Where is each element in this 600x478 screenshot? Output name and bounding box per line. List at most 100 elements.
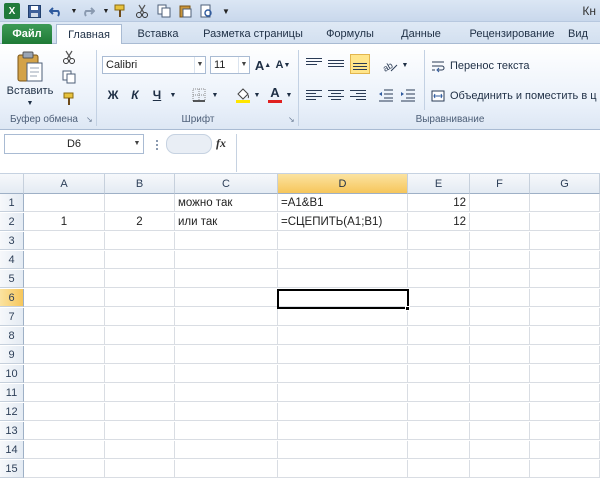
- cell-f9[interactable]: [470, 346, 530, 364]
- cell-b5[interactable]: [105, 270, 175, 288]
- paste-button[interactable]: Вставить: [4, 84, 56, 98]
- cell-g11[interactable]: [530, 384, 600, 402]
- cell-e10[interactable]: [408, 365, 470, 383]
- row-header-12[interactable]: 12: [0, 403, 24, 421]
- cell-c4[interactable]: [175, 251, 278, 269]
- cell-f3[interactable]: [470, 232, 530, 250]
- cell-c3[interactable]: [175, 232, 278, 250]
- cell-f11[interactable]: [470, 384, 530, 402]
- merge-center-button[interactable]: Объединить и поместить в ц: [450, 88, 600, 104]
- cell-g3[interactable]: [530, 232, 600, 250]
- tab-formulas[interactable]: Формулы: [316, 24, 384, 44]
- row-header-7[interactable]: 7: [0, 308, 24, 326]
- align-bottom-icon[interactable]: [350, 54, 370, 74]
- cut-icon[interactable]: [134, 3, 150, 19]
- fill-color-dropdown-icon[interactable]: ▼: [252, 88, 262, 102]
- cell-g1[interactable]: [530, 194, 600, 212]
- cell-g15[interactable]: [530, 460, 600, 478]
- cell-e2[interactable]: 12: [408, 213, 470, 231]
- cell-d14[interactable]: [278, 441, 408, 459]
- shrink-font-button[interactable]: A ▼: [274, 56, 292, 74]
- cell-c8[interactable]: [175, 327, 278, 345]
- chevron-down-icon[interactable]: ▼: [131, 135, 143, 153]
- row-header-10[interactable]: 10: [0, 365, 24, 383]
- cell-c15[interactable]: [175, 460, 278, 478]
- cell-b4[interactable]: [105, 251, 175, 269]
- row-header-14[interactable]: 14: [0, 441, 24, 459]
- row-header-11[interactable]: 11: [0, 384, 24, 402]
- cell-d13[interactable]: [278, 422, 408, 440]
- cell-e1[interactable]: 12: [408, 194, 470, 212]
- column-header-f[interactable]: F: [470, 174, 530, 194]
- cell-d2[interactable]: =СЦЕПИТЬ(A1;B1): [278, 213, 408, 231]
- formula-input[interactable]: [236, 134, 600, 172]
- name-box[interactable]: D6 ▼: [4, 134, 144, 154]
- italic-button[interactable]: К: [126, 86, 144, 104]
- column-header-a[interactable]: A: [24, 174, 105, 194]
- cell-e8[interactable]: [408, 327, 470, 345]
- bold-button[interactable]: Ж: [104, 86, 122, 104]
- font-name-combo[interactable]: Calibri ▼: [102, 56, 206, 74]
- cell-f14[interactable]: [470, 441, 530, 459]
- fill-color-icon[interactable]: [234, 86, 252, 104]
- cell-b14[interactable]: [105, 441, 175, 459]
- tab-file[interactable]: Файл: [2, 24, 52, 44]
- cell-g13[interactable]: [530, 422, 600, 440]
- tab-page-layout[interactable]: Разметка страницы: [194, 24, 312, 44]
- cell-e12[interactable]: [408, 403, 470, 421]
- column-header-d[interactable]: D: [278, 174, 408, 194]
- save-icon[interactable]: [26, 3, 42, 19]
- cell-a14[interactable]: [24, 441, 105, 459]
- column-header-b[interactable]: B: [105, 174, 175, 194]
- cell-d9[interactable]: [278, 346, 408, 364]
- cell-e13[interactable]: [408, 422, 470, 440]
- cell-e4[interactable]: [408, 251, 470, 269]
- cell-c5[interactable]: [175, 270, 278, 288]
- increase-indent-icon[interactable]: [398, 86, 418, 104]
- cell-c12[interactable]: [175, 403, 278, 421]
- cell-a7[interactable]: [24, 308, 105, 326]
- paste-icon[interactable]: [178, 3, 194, 19]
- align-right-icon[interactable]: [350, 88, 366, 104]
- cell-d10[interactable]: [278, 365, 408, 383]
- underline-dropdown-icon[interactable]: ▼: [168, 88, 178, 102]
- align-left-icon[interactable]: [306, 88, 322, 104]
- format-painter-icon[interactable]: [60, 90, 78, 108]
- cell-g14[interactable]: [530, 441, 600, 459]
- cell-e15[interactable]: [408, 460, 470, 478]
- cell-f15[interactable]: [470, 460, 530, 478]
- cut-icon[interactable]: [60, 48, 78, 66]
- decrease-indent-icon[interactable]: [376, 86, 396, 104]
- wrap-text-button[interactable]: Перенос текста: [450, 58, 540, 74]
- cell-c13[interactable]: [175, 422, 278, 440]
- cell-a12[interactable]: [24, 403, 105, 421]
- cell-a15[interactable]: [24, 460, 105, 478]
- cell-d12[interactable]: [278, 403, 408, 421]
- undo-icon[interactable]: [48, 3, 64, 19]
- row-header-6[interactable]: 6: [0, 289, 24, 307]
- cell-f1[interactable]: [470, 194, 530, 212]
- borders-dropdown-icon[interactable]: ▼: [210, 88, 220, 102]
- cell-d11[interactable]: [278, 384, 408, 402]
- cell-e9[interactable]: [408, 346, 470, 364]
- cell-b3[interactable]: [105, 232, 175, 250]
- borders-icon[interactable]: [190, 86, 208, 104]
- cell-a11[interactable]: [24, 384, 105, 402]
- align-center-icon[interactable]: [328, 88, 344, 104]
- align-middle-icon[interactable]: [328, 56, 344, 72]
- row-header-2[interactable]: 2: [0, 213, 24, 231]
- paste-button-icon[interactable]: [8, 50, 52, 84]
- tab-data[interactable]: Данные: [388, 24, 454, 44]
- cell-g8[interactable]: [530, 327, 600, 345]
- cell-g10[interactable]: [530, 365, 600, 383]
- row-header-1[interactable]: 1: [0, 194, 24, 212]
- paste-dropdown-icon[interactable]: ▼: [24, 98, 36, 108]
- cell-a5[interactable]: [24, 270, 105, 288]
- fill-handle[interactable]: [405, 306, 410, 311]
- tab-review[interactable]: Рецензирование: [458, 24, 566, 44]
- print-preview-icon[interactable]: [198, 3, 214, 19]
- row-header-9[interactable]: 9: [0, 346, 24, 364]
- grow-font-button[interactable]: A ▲: [254, 56, 272, 74]
- cell-b8[interactable]: [105, 327, 175, 345]
- cell-d8[interactable]: [278, 327, 408, 345]
